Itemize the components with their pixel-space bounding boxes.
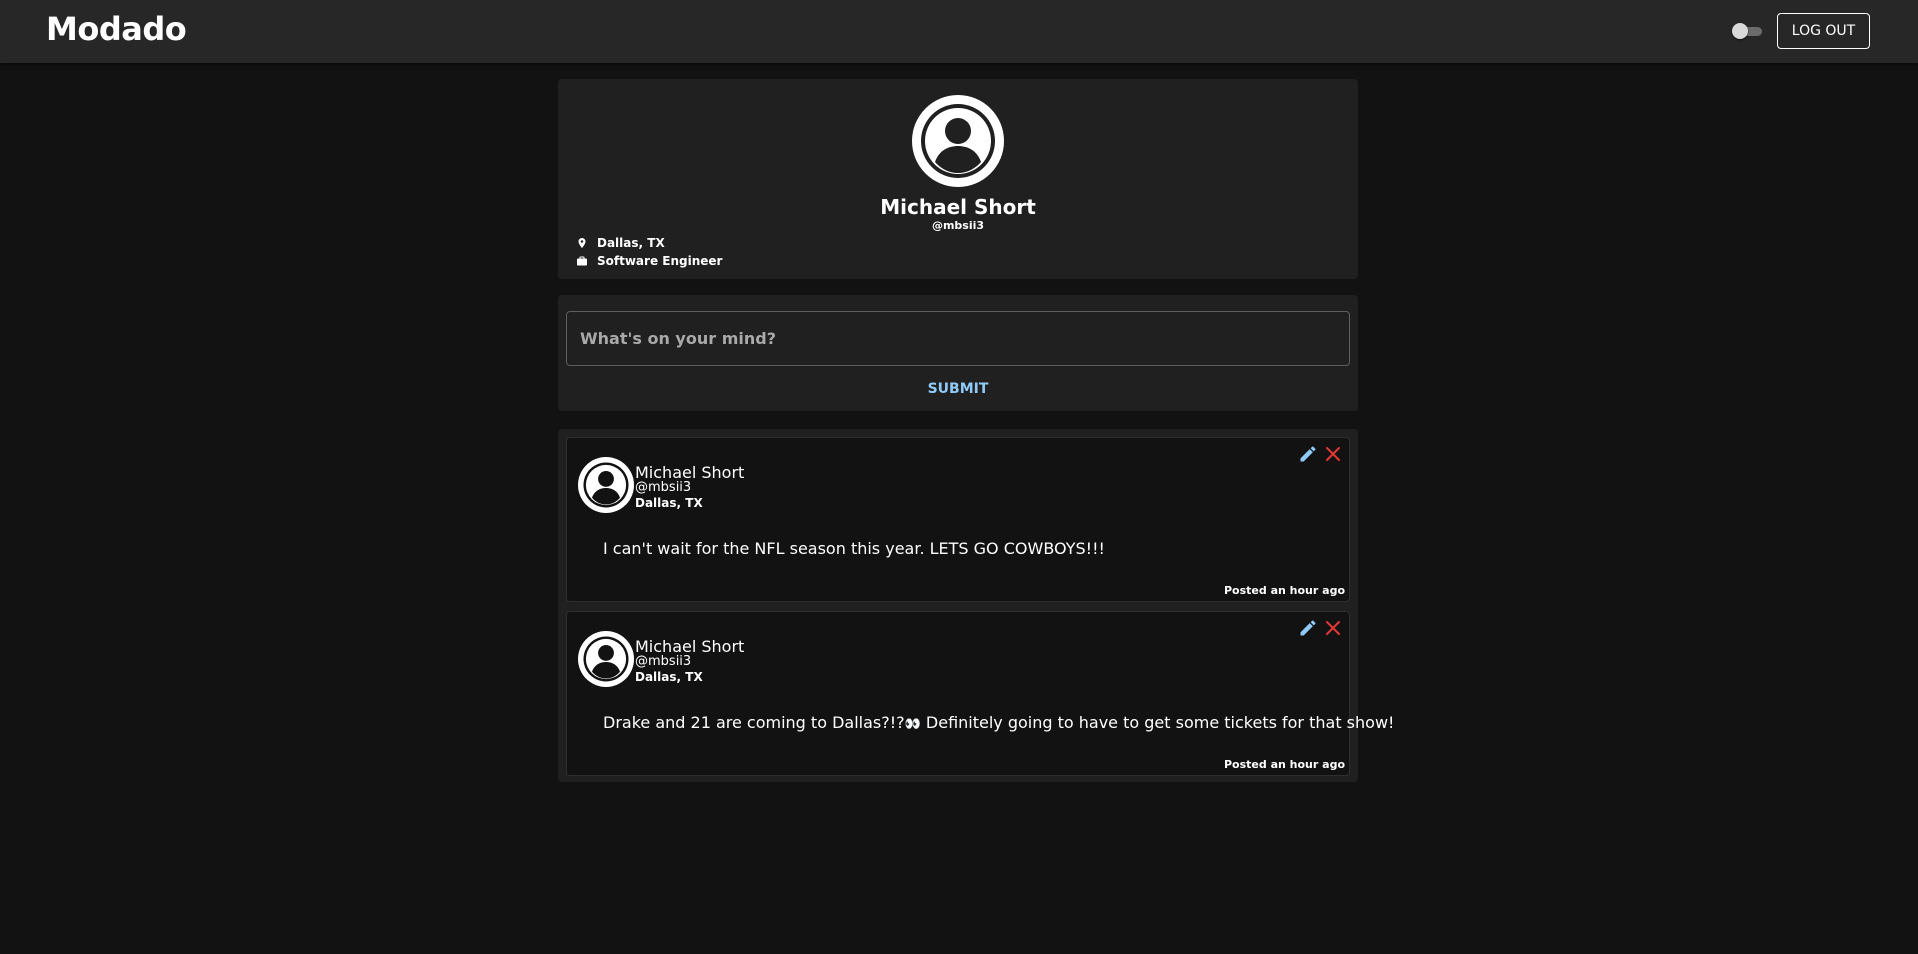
top-app-bar: Modado LOG OUT [0, 0, 1918, 63]
post-card: Michael Short @mbsii3 Dallas, TX Drake a… [566, 611, 1394, 776]
toggle-thumb [1732, 23, 1748, 39]
post-body-text: Drake and 21 are coming to Dallas?!? [603, 713, 905, 732]
close-icon [1326, 447, 1340, 461]
post-body-text: Definitely going to have to get some tic… [920, 713, 1395, 732]
post-author-handle: @mbsii3 [635, 480, 692, 495]
avatar-icon [578, 457, 634, 513]
post-body: I can't wait for the NFL season this yea… [603, 539, 1105, 558]
post-card: Michael Short @mbsii3 Dallas, TX I can't… [566, 437, 1350, 602]
post-author-location: Dallas, TX [635, 670, 703, 684]
theme-toggle[interactable] [1732, 22, 1762, 40]
profile-location-row: Dallas, TX [576, 235, 665, 251]
logout-button[interactable]: LOG OUT [1777, 13, 1870, 49]
brand-logo[interactable]: Modado [46, 10, 187, 48]
delete-post-button[interactable] [1323, 618, 1343, 638]
submit-button[interactable]: SUBMIT [908, 377, 1008, 401]
profile-name: Michael Short [880, 195, 1036, 219]
post-feed: Michael Short @mbsii3 Dallas, TX I can't… [558, 429, 1394, 782]
map-pin-icon [578, 238, 586, 248]
profile-card: Michael Short @mbsii3 Dallas, TX Softwar… [558, 79, 1358, 279]
post-author-handle: @mbsii3 [635, 654, 692, 669]
avatar-icon [912, 95, 1004, 187]
post-timestamp: Posted an hour ago [1224, 584, 1345, 597]
profile-occupation-row: Software Engineer [576, 253, 722, 269]
profile-handle: @mbsii3 [931, 219, 985, 232]
profile-location: Dallas, TX [597, 236, 665, 250]
post-composer: SUBMIT [558, 295, 1358, 411]
delete-post-button[interactable] [1323, 444, 1343, 464]
eyes-emoji: 👀 [904, 717, 921, 732]
post-author-location: Dallas, TX [635, 496, 703, 510]
profile-occupation: Software Engineer [597, 254, 723, 268]
close-icon [1326, 621, 1340, 635]
avatar-icon [578, 631, 634, 687]
pencil-icon [1300, 446, 1316, 462]
pencil-icon [1300, 620, 1316, 636]
briefcase-icon [577, 256, 587, 266]
edit-post-button[interactable] [1297, 443, 1319, 465]
edit-post-button[interactable] [1297, 617, 1319, 639]
post-input[interactable] [566, 311, 1350, 366]
post-body: Drake and 21 are coming to Dallas?!?👀 De… [603, 713, 1394, 732]
post-timestamp: Posted an hour ago [1224, 758, 1345, 771]
